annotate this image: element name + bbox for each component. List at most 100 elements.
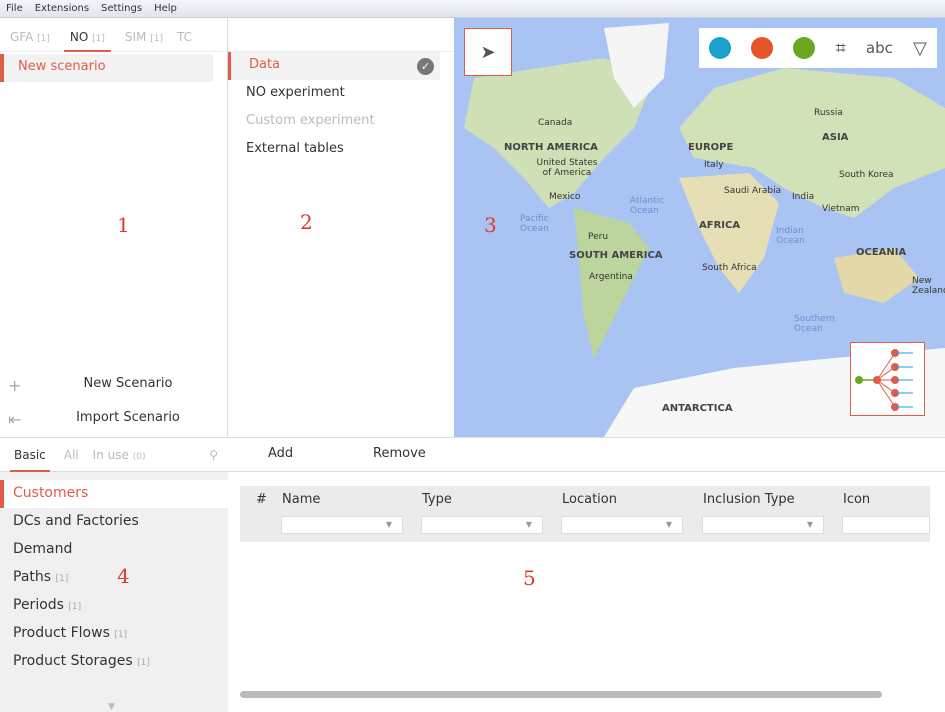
demand-icon[interactable] [793,37,816,59]
name-filter[interactable]: ▼ [281,516,403,534]
location-filter[interactable]: ▼ [561,516,683,534]
scroll-down-icon[interactable]: ▼ [108,702,115,712]
column-header-inclusion-type[interactable]: Inclusion Type [703,492,795,507]
objects-panel: Basic All In use (0) ⚲ Customers DCs and… [0,437,228,712]
annotation-4: 4 [117,564,130,588]
check-icon: ✓ [417,58,434,75]
column-header-icon[interactable]: Icon [843,492,870,507]
category-dcs-factories[interactable]: DCs and Factories [0,508,228,536]
import-scenario-button[interactable]: ⇤ Import Scenario [8,410,218,429]
menu-settings[interactable]: Settings [101,3,142,14]
category-paths[interactable]: Paths [1] [0,564,228,592]
experiment-custom: Custom experiment [246,113,375,128]
column-header-index[interactable]: # [256,492,267,507]
item-count: [1] [55,574,69,584]
category-product-storages[interactable]: Product Storages [1] [0,648,228,676]
item-count: [1] [137,658,150,668]
tab-label: In use [92,448,129,462]
annotation-3: 3 [484,213,497,237]
category-demand[interactable]: Demand [0,536,228,564]
tab-basic[interactable]: Basic [10,448,50,472]
tab-sim[interactable]: SIM [1] [125,30,163,51]
map-label: South Korea [839,170,894,180]
map-label: EUROPE [688,142,734,153]
map-label: South Africa [702,263,757,273]
annotation-1: 1 [117,213,130,237]
map-label: Saudi Arabia [724,186,782,196]
map-label: NORTH AMERICA [504,142,598,153]
scenario-item[interactable]: New scenario [0,54,213,82]
tab-all[interactable]: All [64,448,79,471]
map-label: OCEANIA [856,247,907,258]
tab-label: GFA [10,30,34,44]
annotation-5: 5 [523,566,536,590]
tab-in-use[interactable]: In use (0) [93,448,146,471]
item-count: [1] [114,630,128,640]
table-panel: Add Remove # Name Type Location Inclusio… [228,437,945,712]
map-label: Canada [538,118,573,128]
tab-count: [1] [92,34,105,44]
item-label: Product Flows [13,625,110,641]
filter-icon[interactable]: ▽ [913,38,927,59]
inclusion-type-filter[interactable]: ▼ [702,516,824,534]
scenarios-panel: GFA [1] NO [1] SIM [1] TC New scenario 1… [0,18,228,437]
button-label: Import Scenario [76,410,180,425]
experiment-data[interactable]: Data ✓ [228,52,440,80]
experiment-no[interactable]: NO experiment [228,80,454,108]
item-count: [1] [68,602,82,612]
new-scenario-button[interactable]: + New Scenario [8,376,218,395]
category-customers[interactable]: Customers [0,480,228,508]
network-icon[interactable]: ⌗ [836,38,846,59]
type-filter[interactable]: ▼ [421,516,543,534]
network-legend[interactable] [850,342,925,416]
tab-gfa[interactable]: GFA [1] [10,30,50,51]
map-label: New Zealand [912,276,945,296]
map-label: Pacific Ocean [520,214,549,234]
column-header-name[interactable]: Name [282,492,320,507]
map-label: Russia [814,108,843,118]
labels-toggle[interactable]: abc [866,39,893,57]
item-label: Periods [13,597,64,613]
map-label: Vietnam [822,204,860,214]
item-label: Paths [13,569,52,585]
item-label: Product Storages [13,653,133,669]
menu-extensions[interactable]: Extensions [35,3,89,14]
column-header-location[interactable]: Location [562,492,617,507]
menu-help[interactable]: Help [154,3,177,14]
tab-tc[interactable]: TC [177,30,192,51]
icon-filter[interactable] [842,516,930,534]
category-periods[interactable]: Periods [1] [0,592,228,620]
category-product-flows[interactable]: Product Flows [1] [0,620,228,648]
cursor-icon: ➤ [480,41,496,63]
annotation-2: 2 [300,210,313,234]
import-icon: ⇤ [8,410,22,429]
map-label: Peru [588,232,609,242]
add-button[interactable]: Add [228,438,333,471]
menu-bar: File Extensions Settings Help [0,0,945,18]
map-label: Mexico [549,192,581,202]
column-header-type[interactable]: Type [422,492,452,507]
south-america-land [574,208,649,358]
factory-icon[interactable] [751,37,774,59]
remove-button[interactable]: Remove [333,438,438,471]
tree-icon [855,349,913,411]
map-label: United States of America [536,158,598,178]
tab-no[interactable]: NO [1] [63,30,111,52]
search-icon[interactable]: ⚲ [209,448,218,471]
map-label: Italy [704,160,724,170]
external-tables[interactable]: External tables [228,136,454,164]
tab-count: [1] [37,34,50,44]
plus-icon: + [8,376,22,395]
horizontal-scrollbar[interactable] [240,691,882,698]
tab-count: [1] [150,34,163,44]
map-view[interactable]: Canada NORTH AMERICA United States of Am… [454,18,945,437]
select-tool-button[interactable]: ➤ [464,28,512,76]
customers-icon[interactable] [709,37,732,59]
map-label: AFRICA [699,220,741,231]
map-label: ANTARCTICA [662,403,733,414]
menu-file[interactable]: File [6,3,23,14]
experiments-panel: Data ✓ NO experiment Custom experiment Ex… [228,18,454,437]
button-label: New Scenario [83,376,173,391]
map-label: ASIA [822,132,849,143]
map-label: India [792,192,815,202]
